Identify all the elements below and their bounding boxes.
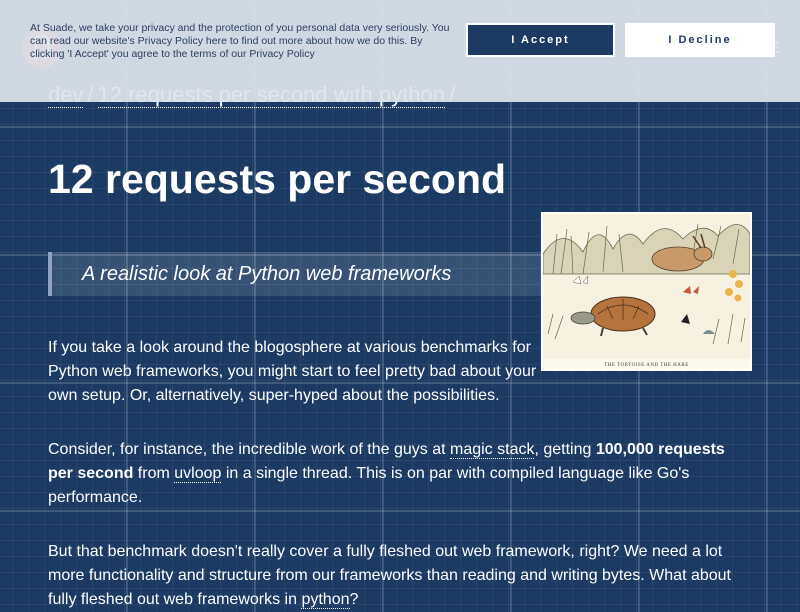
article-subtitle: A realistic look at Python web framework… [48,252,543,296]
decline-cookies-button[interactable]: I Decline [625,23,775,57]
paragraph-intro: If you take a look around the blogospher… [48,339,537,404]
paragraph-text: from [133,465,175,482]
paragraph-frameworks: But that benchmark doesn't really cover … [48,540,748,612]
article-title: 12 requests per second [48,156,507,202]
accept-cookies-button[interactable]: I Accept [466,23,615,57]
paragraph-text: Consider, for instance, the incredible w… [48,441,450,458]
image-caption: THE TORTOISE AND THE HARE [604,363,689,368]
paragraph-benchmarks: Consider, for instance, the incredible w… [48,438,748,510]
paragraph-text: But that benchmark doesn't really cover … [48,543,731,608]
paragraph-text: , getting [534,441,596,458]
python-link[interactable]: python [301,591,350,609]
tortoise-and-hare-illustration: THE TORTOISE AND THE HARE [541,212,752,371]
cookie-consent-bar: At Suade, we take your privacy and the p… [0,0,800,102]
cookie-consent-text: At Suade, we take your privacy and the p… [30,22,450,60]
illustration-drawing [543,214,750,359]
uvloop-link[interactable]: uvloop [174,465,222,483]
magic-stack-link[interactable]: magic stack [450,441,535,459]
